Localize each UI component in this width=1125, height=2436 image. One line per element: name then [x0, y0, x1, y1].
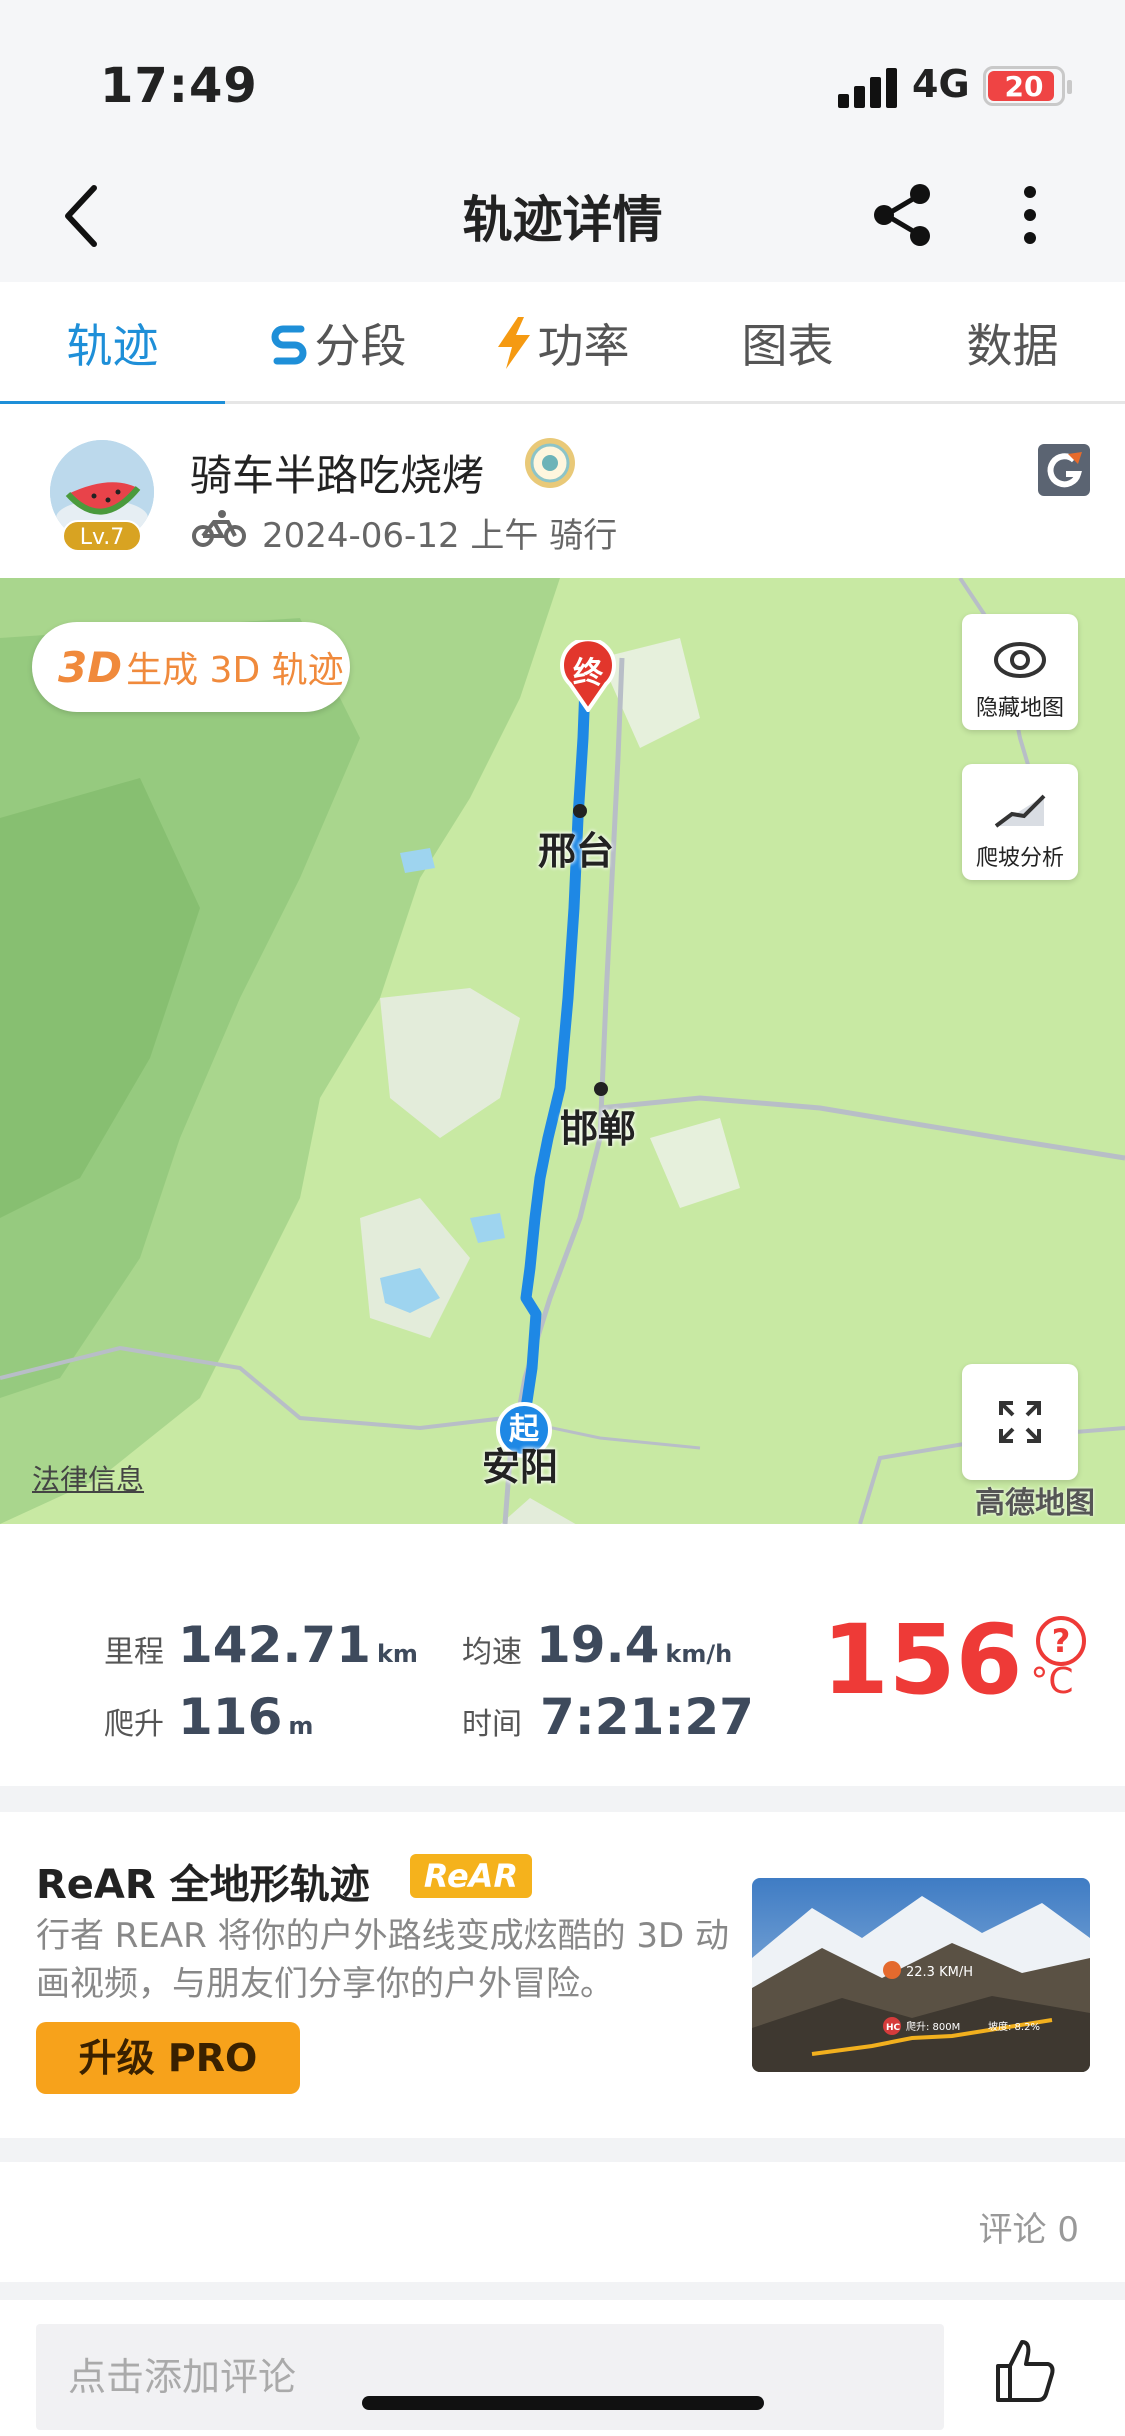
battery-icon: 20: [983, 66, 1072, 106]
speed-unit: km/h: [665, 1640, 733, 1668]
home-indicator: [362, 2396, 764, 2410]
comment-input[interactable]: 点击添加评论: [36, 2324, 944, 2430]
promo-climb: 爬升: 800M: [906, 2021, 960, 2033]
3d-icon: 3D: [58, 642, 123, 692]
stat-climb: 爬升 116 m: [104, 1688, 313, 1746]
promo-grade: 坡度: 8.2%: [988, 2020, 1040, 2033]
climb-unit: m: [288, 1712, 314, 1740]
map-provider-logo: 高德地图: [975, 1486, 1095, 1521]
tab-track[interactable]: 轨迹: [0, 282, 225, 407]
fullscreen-button[interactable]: [962, 1364, 1078, 1480]
city-dot-handan: [594, 1082, 608, 1096]
medal-icon[interactable]: [523, 436, 577, 490]
end-marker[interactable]: 终: [560, 637, 616, 714]
end-marker-label: 终: [573, 656, 603, 691]
g-brand-icon[interactable]: [1038, 444, 1090, 496]
climb-analysis-button[interactable]: 爬坡分析: [962, 764, 1078, 880]
legal-info-link[interactable]: 法律信息: [32, 1458, 144, 1498]
page-title: 轨迹详情: [462, 191, 663, 249]
like-icon[interactable]: [990, 2336, 1060, 2406]
tab-bar: 轨迹 分段 功率 图表 数据: [0, 282, 1125, 407]
distance-value: 142.71: [178, 1616, 371, 1674]
tab-label: 图表: [741, 319, 834, 373]
hide-map-button[interactable]: 隐藏地图: [962, 614, 1078, 730]
climb-analysis-label: 爬坡分析: [975, 846, 1064, 871]
rear-badge: ReAR: [410, 1854, 532, 1898]
network-type: 4G: [912, 62, 970, 106]
temperature: 156 °C: [822, 1604, 1074, 1716]
promo-description: 行者 REAR 将你的户外路线变成炫酷的 3D 动画视频，与朋友们分享你的户外冒…: [36, 1916, 730, 2004]
nav-bar: 轨迹详情: [0, 150, 1125, 282]
slope-icon: [994, 794, 1046, 828]
climb-value: 116: [178, 1688, 283, 1746]
username[interactable]: 骑车半路吃烧烤: [190, 442, 484, 503]
temperature-unit: °C: [1030, 1661, 1074, 1702]
climb-label: 爬升: [104, 1707, 164, 1742]
ride-date-type: 2024-06-12 上午 骑行: [262, 516, 618, 556]
city-label-xingtai: 邢台: [538, 829, 615, 873]
speed-label: 均速: [462, 1635, 522, 1670]
comment-bar: 点击添加评论: [0, 2300, 1125, 2436]
route-map[interactable]: 终 起 邢台 邯郸 安阳 3D 生成 3D 轨迹 隐藏地图 爬坡分析 法律信息 …: [0, 578, 1125, 1524]
more-vertical-icon[interactable]: [1010, 180, 1050, 250]
stats-panel: 里程 142.71 km 均速 19.4 km/h 爬升 116 m 时间 7:…: [0, 1524, 1125, 1786]
distance-unit: km: [376, 1640, 418, 1668]
promo-speed: 22.3 KM/H: [906, 1965, 973, 1980]
share-icon[interactable]: [868, 180, 938, 250]
signal-icon: [838, 66, 900, 108]
time-label: 时间: [462, 1707, 522, 1742]
stat-duration: 时间 7:21:27: [462, 1688, 754, 1746]
city-label-handan: 邯郸: [560, 1107, 637, 1151]
tab-segment[interactable]: 分段: [225, 282, 450, 404]
rear-promo-card[interactable]: ReAR 全地形轨迹 ReAR 行者 REAR 将你的户外路线变成炫酷的 3D …: [0, 1812, 1125, 2138]
hide-map-label: 隐藏地图: [975, 696, 1064, 721]
status-bar: 17:49 4G 20: [0, 0, 1125, 150]
tab-label: 轨迹: [66, 319, 159, 373]
help-icon[interactable]: ?: [1036, 1616, 1086, 1666]
city-label-anyang: 安阳: [482, 1445, 559, 1489]
speed-value: 19.4: [536, 1616, 660, 1674]
segment-icon: [271, 325, 306, 365]
tab-label: 分段: [314, 319, 407, 373]
comment-count[interactable]: 评论 0: [979, 2202, 1079, 2251]
status-time: 17:49: [100, 58, 258, 114]
city-dot-xingtai: [573, 804, 587, 818]
level-badge: Lv.7: [62, 520, 142, 552]
lightning-icon: [497, 317, 530, 369]
eye-icon: [994, 642, 1046, 678]
comments-section: 评论 0: [0, 2162, 1125, 2282]
tab-data[interactable]: 数据: [900, 282, 1125, 404]
generate-3d-label: 生成 3D 轨迹: [126, 650, 344, 691]
fullscreen-icon: [999, 1401, 1041, 1443]
tab-chart[interactable]: 图表: [675, 282, 900, 404]
route-line: [518, 654, 608, 1434]
stat-avg-speed: 均速 19.4 km/h: [462, 1616, 732, 1674]
promo-hc-tag: HC: [886, 2023, 901, 2033]
tab-power[interactable]: 功率: [450, 282, 675, 404]
distance-label: 里程: [104, 1635, 164, 1670]
promo-image[interactable]: 22.3 KM/H HC 爬升: 800M 坡度: 8.2%: [752, 1878, 1090, 2072]
track-detail-page: 17:49 4G 20 轨迹详情 轨迹 分段 功率 图表 数据 Lv.7 骑车半…: [0, 0, 1125, 2436]
tab-label: 功率: [537, 319, 630, 373]
tab-label: 数据: [966, 319, 1059, 373]
promo-title: ReAR 全地形轨迹: [36, 1862, 370, 1908]
battery-level: 20: [1004, 70, 1044, 103]
upgrade-pro-button[interactable]: 升级 PRO: [36, 2022, 300, 2094]
bicycle-icon: [192, 508, 246, 548]
ride-header: Lv.7 骑车半路吃烧烤 2024-06-12 上午 骑行: [0, 404, 1125, 578]
generate-3d-track-button[interactable]: 3D 生成 3D 轨迹: [32, 622, 350, 712]
stat-distance: 里程 142.71 km: [104, 1616, 418, 1674]
temperature-value: 156: [822, 1604, 1023, 1716]
time-value: 7:21:27: [540, 1688, 754, 1746]
